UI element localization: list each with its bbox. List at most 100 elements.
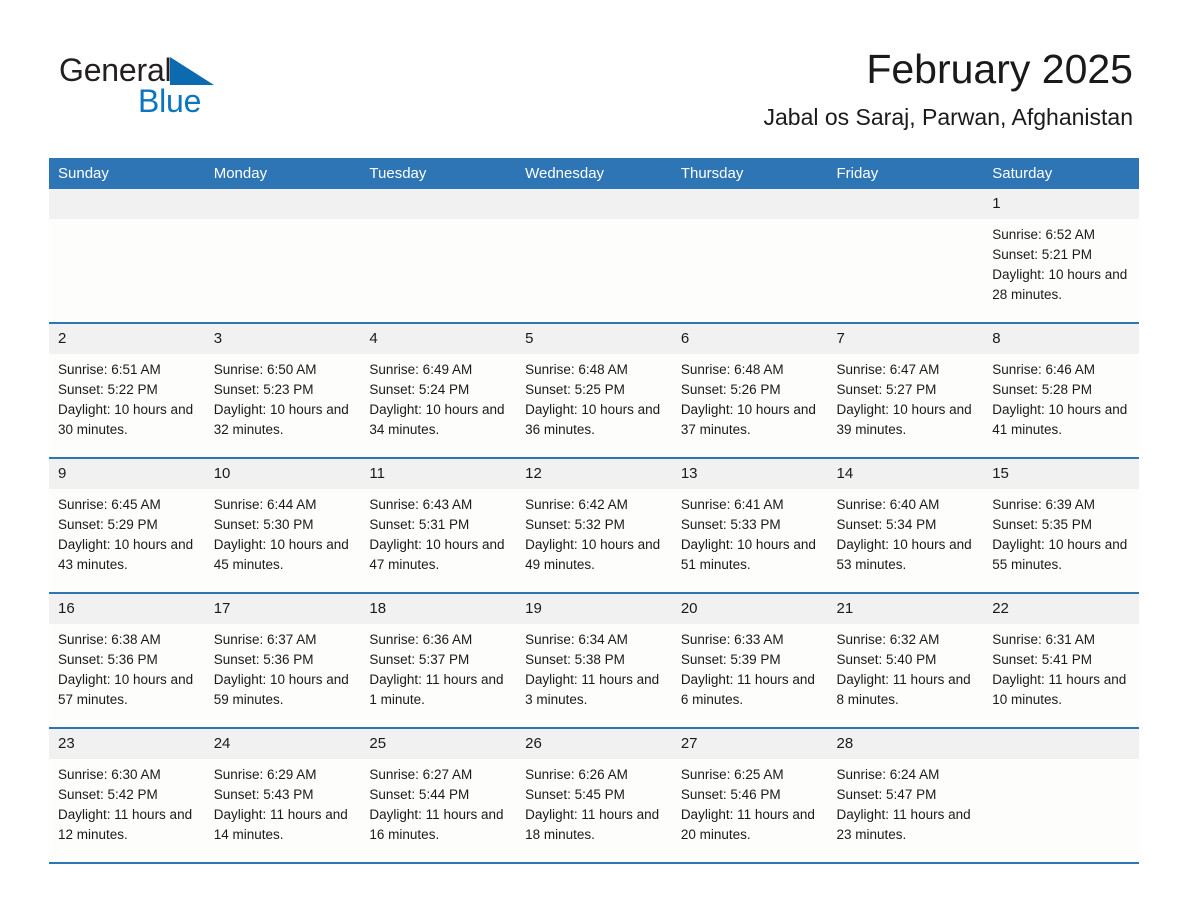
day-cell[interactable]: 17 Sunrise: 6:37 AM Sunset: 5:36 PM Dayligh… [204, 592, 361, 728]
day-details: Sunrise: 6:32 AM Sunset: 5:40 PM Daylight:… [828, 624, 984, 710]
day-cell[interactable]: 26 Sunrise: 6:26 AM Sunset: 5:45 PM Dayligh… [516, 727, 672, 864]
sunset-text: Sunset: 5:21 PM [992, 247, 1093, 262]
day-cell[interactable] [827, 189, 984, 323]
daylight-text: Daylight: 11 hours and 6 minutes. [680, 672, 815, 707]
day-details: Sunrise: 6:37 AM Sunset: 5:36 PM Daylight:… [205, 624, 361, 710]
sunrise-text: Sunrise: 6:40 AM [836, 497, 940, 512]
sunset-text: Sunset: 5:24 PM [369, 382, 470, 397]
day-cell[interactable]: 4 Sunrise: 6:49 AM Sunset: 5:24 PM Daylight… [360, 322, 517, 458]
day-cell[interactable]: 5 Sunrise: 6:48 AM Sunset: 5:25 PM Daylight… [516, 322, 672, 458]
day-cell[interactable]: 8 Sunrise: 6:46 AM Sunset: 5:28 PM Daylight… [983, 322, 1139, 458]
daylight-text: Daylight: 10 hours and 59 minutes. [213, 672, 349, 707]
sunrise-text: Sunrise: 6:37 AM [213, 632, 317, 647]
day-cell[interactable] [360, 189, 517, 323]
sunrise-text: Sunrise: 6:34 AM [525, 632, 628, 647]
day-details: Sunrise: 6:24 AM Sunset: 5:47 PM Daylight:… [828, 759, 984, 845]
day-number: 3 [204, 324, 361, 354]
day-number: 20 [671, 594, 828, 624]
day-cell[interactable]: 9 Sunrise: 6:45 AM Sunset: 5:29 PM Daylight… [49, 457, 205, 593]
day-cell[interactable] [983, 727, 1139, 864]
sunset-text: Sunset: 5:28 PM [992, 382, 1093, 397]
weekday-header-tuesday: Tuesday [360, 158, 517, 189]
calendar-page: General Blue February 2025 Jabal os Sara… [0, 0, 1188, 918]
day-details: Sunrise: 6:39 AM Sunset: 5:35 PM Daylight:… [983, 489, 1139, 575]
day-details: Sunrise: 6:46 AM Sunset: 5:28 PM Daylight:… [983, 354, 1139, 440]
daylight-text: Daylight: 10 hours and 39 minutes. [836, 402, 972, 437]
day-number: 12 [516, 459, 672, 489]
weekday-header-monday: Monday [204, 158, 361, 189]
day-number: 5 [516, 324, 672, 354]
day-cell[interactable]: 11 Sunrise: 6:43 AM Sunset: 5:31 PM Dayligh… [360, 457, 517, 593]
day-number: 21 [827, 594, 984, 624]
sunset-text: Sunset: 5:39 PM [680, 652, 781, 667]
day-cell[interactable]: 13 Sunrise: 6:41 AM Sunset: 5:33 PM Dayligh… [671, 457, 828, 593]
logo-text-general: General [59, 52, 172, 88]
day-number [204, 189, 361, 219]
sunrise-text: Sunrise: 6:48 AM [525, 362, 628, 377]
day-cell[interactable]: 18 Sunrise: 6:36 AM Sunset: 5:37 PM Dayligh… [360, 592, 517, 728]
sunset-text: Sunset: 5:40 PM [836, 652, 937, 667]
day-cell[interactable]: 1 Sunrise: 6:52 AM Sunset: 5:21 PM Daylight… [983, 189, 1139, 323]
weekday-header-sunday: Sunday [49, 158, 205, 189]
sunset-text: Sunset: 5:37 PM [369, 652, 470, 667]
sunset-text: Sunset: 5:45 PM [525, 787, 625, 802]
day-cell[interactable]: 12 Sunrise: 6:42 AM Sunset: 5:32 PM Dayligh… [516, 457, 672, 593]
day-number: 19 [516, 594, 672, 624]
daylight-text: Daylight: 10 hours and 28 minutes. [992, 267, 1128, 302]
day-cell[interactable]: 15 Sunrise: 6:39 AM Sunset: 5:35 PM Dayligh… [983, 457, 1139, 593]
day-details: Sunrise: 6:40 AM Sunset: 5:34 PM Daylight:… [828, 489, 984, 575]
day-cell[interactable]: 2 Sunrise: 6:51 AM Sunset: 5:22 PM Daylight… [49, 322, 205, 458]
sunrise-text: Sunrise: 6:39 AM [992, 497, 1096, 512]
day-cell[interactable]: 6 Sunrise: 6:48 AM Sunset: 5:26 PM Daylight… [671, 322, 828, 458]
generalblue-logo[interactable]: General Blue [59, 52, 259, 122]
day-cell[interactable] [204, 189, 361, 323]
day-number: 7 [827, 324, 984, 354]
day-cell[interactable]: 10 Sunrise: 6:44 AM Sunset: 5:30 PM Dayligh… [204, 457, 361, 593]
sunrise-text: Sunrise: 6:29 AM [213, 767, 317, 782]
day-details: Sunrise: 6:48 AM Sunset: 5:25 PM Daylight:… [516, 354, 672, 440]
day-cell[interactable] [516, 189, 672, 323]
sunrise-text: Sunrise: 6:44 AM [213, 497, 317, 512]
sunrise-text: Sunrise: 6:43 AM [369, 497, 473, 512]
daylight-text: Daylight: 11 hours and 23 minutes. [836, 807, 971, 842]
day-cell[interactable]: 19 Sunrise: 6:34 AM Sunset: 5:38 PM Dayligh… [516, 592, 672, 728]
sunrise-sunset-calendar: Sunday Monday Tuesday Wednesday Thursday… [49, 158, 1139, 864]
day-cell[interactable]: 28 Sunrise: 6:24 AM Sunset: 5:47 PM Dayligh… [827, 727, 984, 864]
day-cell[interactable]: 21 Sunrise: 6:32 AM Sunset: 5:40 PM Dayligh… [827, 592, 984, 728]
day-cell[interactable]: 7 Sunrise: 6:47 AM Sunset: 5:27 PM Daylight… [827, 322, 984, 458]
day-number: 10 [204, 459, 361, 489]
daylight-text: Daylight: 10 hours and 47 minutes. [369, 537, 505, 572]
sunset-text: Sunset: 5:22 PM [58, 382, 158, 397]
day-details: Sunrise: 6:48 AM Sunset: 5:26 PM Daylight:… [672, 354, 828, 440]
day-details: Sunrise: 6:25 AM Sunset: 5:46 PM Daylight:… [672, 759, 828, 845]
day-number [49, 189, 205, 219]
daylight-text: Daylight: 11 hours and 16 minutes. [369, 807, 504, 842]
day-details: Sunrise: 6:29 AM Sunset: 5:43 PM Daylight:… [205, 759, 361, 845]
daylight-text: Daylight: 10 hours and 34 minutes. [369, 402, 505, 437]
sunrise-text: Sunrise: 6:30 AM [58, 767, 161, 782]
day-number: 22 [983, 594, 1139, 624]
day-cell[interactable]: 27 Sunrise: 6:25 AM Sunset: 5:46 PM Dayligh… [671, 727, 828, 864]
day-details: Sunrise: 6:30 AM Sunset: 5:42 PM Daylight:… [49, 759, 205, 845]
day-cell[interactable]: 23 Sunrise: 6:30 AM Sunset: 5:42 PM Dayligh… [49, 727, 205, 864]
sunrise-text: Sunrise: 6:51 AM [58, 362, 161, 377]
day-cell[interactable]: 22 Sunrise: 6:31 AM Sunset: 5:41 PM Dayligh… [983, 592, 1139, 728]
day-cell[interactable] [49, 189, 205, 323]
day-cell[interactable]: 25 Sunrise: 6:27 AM Sunset: 5:44 PM Dayligh… [360, 727, 517, 864]
day-number: 2 [49, 324, 205, 354]
day-cell[interactable] [671, 189, 828, 323]
day-cell[interactable]: 14 Sunrise: 6:40 AM Sunset: 5:34 PM Dayligh… [827, 457, 984, 593]
day-details: Sunrise: 6:43 AM Sunset: 5:31 PM Daylight:… [360, 489, 516, 575]
day-cell[interactable]: 20 Sunrise: 6:33 AM Sunset: 5:39 PM Dayligh… [671, 592, 828, 728]
day-cell[interactable]: 3 Sunrise: 6:50 AM Sunset: 5:23 PM Daylight… [204, 322, 361, 458]
sunset-text: Sunset: 5:41 PM [992, 652, 1093, 667]
daylight-text: Daylight: 11 hours and 12 minutes. [58, 807, 193, 842]
sunset-text: Sunset: 5:35 PM [992, 517, 1093, 532]
day-cell[interactable]: 24 Sunrise: 6:29 AM Sunset: 5:43 PM Dayligh… [204, 727, 361, 864]
daylight-text: Daylight: 11 hours and 10 minutes. [992, 672, 1127, 707]
sunrise-text: Sunrise: 6:42 AM [525, 497, 628, 512]
day-number [827, 189, 984, 219]
day-details: Sunrise: 6:50 AM Sunset: 5:23 PM Daylight:… [205, 354, 361, 440]
day-number: 26 [516, 729, 672, 759]
day-cell[interactable]: 16 Sunrise: 6:38 AM Sunset: 5:36 PM Dayligh… [49, 592, 205, 728]
